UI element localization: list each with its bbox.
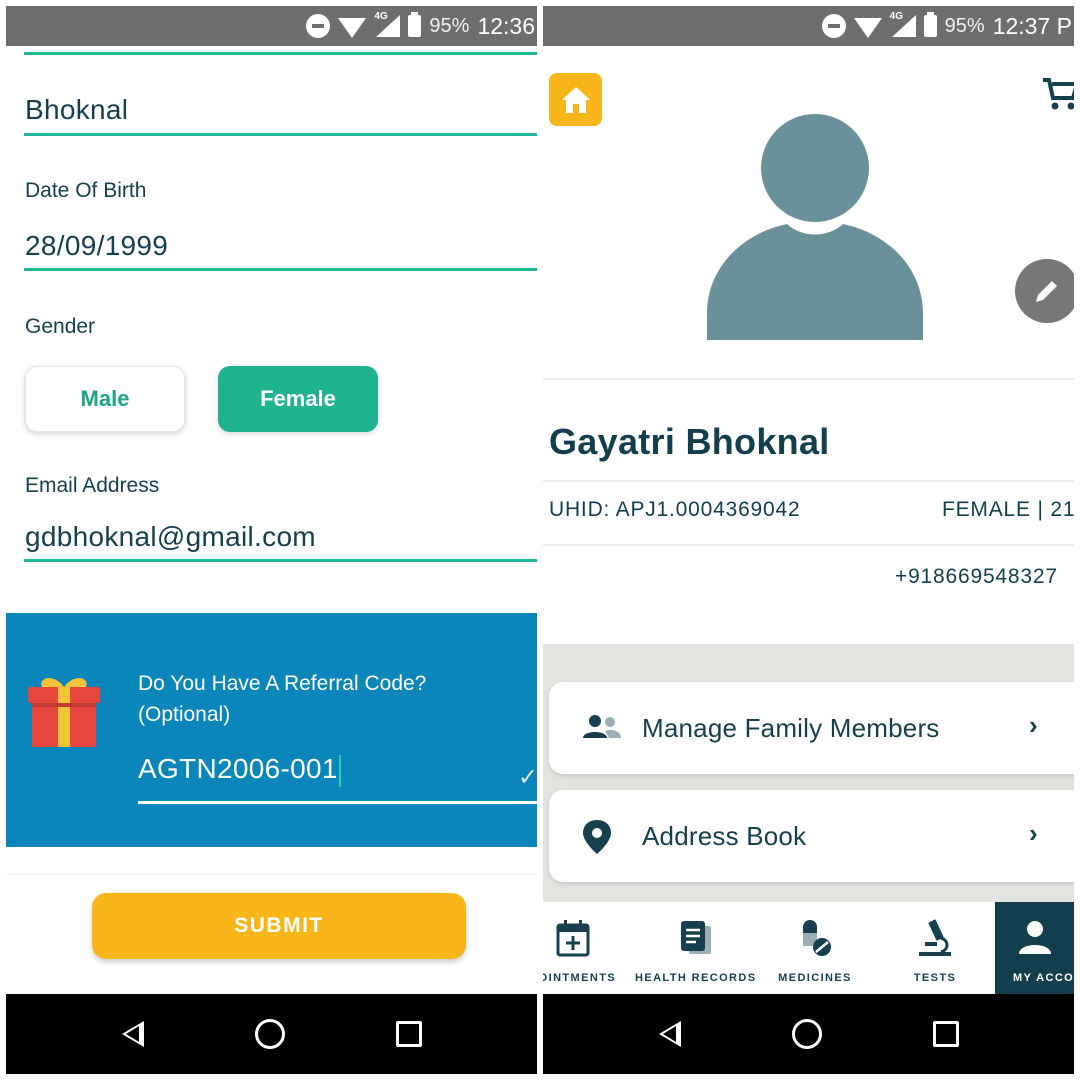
chevron-right-icon: ›: [1029, 818, 1038, 848]
status-bar: 4G 95% 12:37 P: [543, 6, 1074, 46]
email-label: Email Address: [25, 474, 160, 497]
chevron-right-icon: ›: [1029, 710, 1038, 740]
menu-item-label: Manage Family Members: [642, 713, 940, 743]
previous-field-underline: [24, 52, 537, 55]
home-circle-icon[interactable]: [791, 1019, 822, 1049]
wifi-icon: [338, 18, 367, 38]
submit-button[interactable]: SUBMIT: [92, 893, 466, 959]
dob-underline: [24, 268, 537, 271]
registration-screen: 4G 95% 12:36 Bhoknal Date Of Birth 28/09…: [6, 6, 537, 1074]
last-name-underline: [24, 133, 537, 136]
uhid-text: UHID: APJ1.0004369042: [549, 498, 801, 521]
person-icon: [1019, 921, 1051, 954]
divider: [6, 874, 537, 875]
recents-icon[interactable]: [395, 1021, 422, 1047]
do-not-disturb-icon: [821, 14, 846, 38]
home-icon: [561, 86, 590, 113]
pencil-icon: [1036, 281, 1057, 302]
referral-optional-text: (Optional): [138, 703, 231, 726]
wifi-icon: [853, 18, 882, 38]
status-time: 12:36: [477, 12, 535, 39]
home-button[interactable]: [549, 73, 602, 126]
bottom-tab-bar: POINTMENTS HEALTH RECORDS MEDICINES: [543, 902, 1074, 994]
signal-icon: 4G: [374, 11, 401, 37]
signal-icon: 4G: [890, 11, 916, 37]
microscope-icon: [919, 919, 951, 956]
pills-icon: [803, 920, 831, 956]
tab-label: MEDICINES: [778, 972, 852, 984]
dob-label: Date Of Birth: [25, 179, 147, 202]
check-icon[interactable]: ✓: [518, 763, 537, 792]
gender-male-button[interactable]: Male: [25, 366, 185, 432]
menu-item-family[interactable]: Manage Family Members ›: [549, 682, 1074, 774]
battery-icon: [408, 12, 422, 37]
menu-item-label: Address Book: [642, 821, 807, 851]
tab-medicines[interactable]: MEDICINES: [755, 902, 875, 994]
divider: [543, 480, 1074, 482]
gift-icon: [28, 677, 100, 747]
battery-percent: 95%: [944, 14, 985, 37]
divider: [543, 544, 1074, 546]
do-not-disturb-icon: [306, 14, 331, 38]
back-icon[interactable]: [121, 1021, 144, 1047]
edit-profile-button[interactable]: [1015, 259, 1074, 323]
account-screen: 4G 95% 12:37 P Gayatri Bhoknal UHID: APJ…: [543, 6, 1074, 1074]
tab-tests[interactable]: TESTS: [875, 902, 995, 994]
tab-label: TESTS: [913, 972, 957, 984]
referral-code-value: AGTN2006-001: [138, 753, 338, 784]
divider: [543, 378, 1074, 380]
profile-name: Gayatri Bhoknal: [549, 421, 830, 462]
user-avatar-icon: [707, 114, 923, 340]
back-icon[interactable]: [658, 1021, 681, 1047]
referral-question: Do You Have A Referral Code? (Optional): [138, 668, 518, 730]
location-pin-icon: [583, 820, 611, 854]
status-bar: 4G 95% 12:36: [6, 6, 537, 46]
android-nav-bar: [543, 994, 1074, 1074]
family-icon: [583, 715, 621, 738]
referral-code-input[interactable]: AGTN2006-001: [138, 753, 341, 787]
email-field[interactable]: gdbhoknal@gmail.com: [25, 521, 316, 553]
last-name-field[interactable]: Bhoknal: [25, 94, 128, 126]
recents-icon[interactable]: [932, 1021, 959, 1047]
tab-label: MY ACCO: [1013, 972, 1074, 984]
referral-underline: [138, 801, 537, 804]
referral-section: Do You Have A Referral Code? (Optional) …: [6, 613, 537, 847]
gender-female-button[interactable]: Female: [218, 366, 378, 432]
gender-age-text: FEMALE | 21: [942, 498, 1074, 521]
document-icon: [681, 921, 711, 954]
battery-icon: [923, 12, 937, 37]
tab-label: POINTMENTS: [543, 972, 617, 984]
menu-item-address-book[interactable]: Address Book ›: [549, 790, 1074, 882]
status-time: 12:37 P: [992, 12, 1072, 39]
cart-icon[interactable]: [1043, 76, 1074, 112]
battery-percent: 95%: [429, 14, 470, 37]
tab-label: HEALTH RECORDS: [635, 972, 757, 984]
tab-appointments[interactable]: POINTMENTS: [543, 902, 633, 994]
home-circle-icon[interactable]: [254, 1019, 285, 1049]
calendar-plus-icon: [556, 920, 590, 957]
text-caret: [338, 754, 341, 787]
tab-my-account[interactable]: MY ACCO: [995, 902, 1074, 994]
tab-health-records[interactable]: HEALTH RECORDS: [635, 902, 755, 994]
gender-label: Gender: [25, 315, 96, 338]
referral-question-text: Do You Have A Referral Code?: [138, 672, 427, 695]
email-underline: [24, 559, 537, 562]
phone-number: +918669548327: [895, 565, 1058, 588]
dob-field[interactable]: 28/09/1999: [25, 230, 168, 262]
android-nav-bar: [6, 994, 537, 1074]
menu-background: Manage Family Members › Address Book ›: [543, 644, 1074, 904]
